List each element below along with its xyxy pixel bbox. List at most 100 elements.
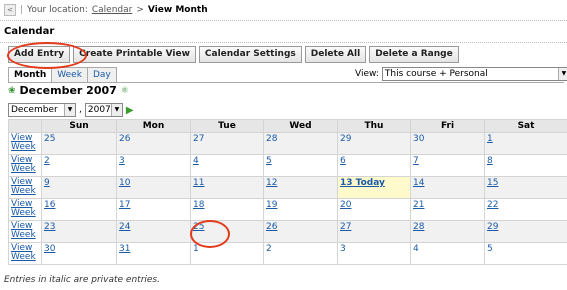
day-cell: 8	[484, 154, 567, 177]
day-link[interactable]: 26	[119, 134, 130, 144]
day-link[interactable]: 9	[44, 178, 50, 188]
day-link[interactable]: 15	[487, 178, 498, 188]
view-week-link[interactable]: View Week	[11, 244, 39, 262]
day-link[interactable]: 29	[487, 222, 498, 232]
go-arrow-icon[interactable]: ▶	[126, 105, 134, 116]
day-link[interactable]: 29	[340, 134, 351, 144]
day-cell: 27	[337, 220, 411, 243]
day-link[interactable]: 21	[413, 200, 424, 210]
view-week-link[interactable]: View Week	[11, 134, 39, 152]
day-link[interactable]: 27	[340, 222, 351, 232]
day-link[interactable]: 30	[413, 134, 424, 144]
day-cell: 7	[410, 154, 485, 177]
week-row: View Week 30 31 1 2 3 4 5	[8, 242, 567, 265]
day-link[interactable]: 1	[487, 134, 493, 144]
day-link[interactable]: 19	[266, 200, 277, 210]
calendar-grid: Sun Mon Tue Wed Thu Fri Sat View Week 25…	[8, 119, 567, 265]
tab-day[interactable]: Day	[86, 67, 117, 82]
month-title: December 2007	[19, 84, 117, 97]
day-link[interactable]: 5	[266, 156, 272, 166]
day-link[interactable]: 18	[193, 200, 204, 210]
month-year-selector: December ▼ , 2007 ▼ ▶	[8, 103, 134, 117]
day-link[interactable]: 22	[487, 200, 498, 210]
day-link[interactable]: 31	[119, 244, 130, 254]
day-link[interactable]: 4	[193, 156, 199, 166]
day-cell: 30	[41, 242, 117, 265]
today-link[interactable]: 13 Today	[340, 178, 385, 188]
day-link[interactable]: 16	[44, 200, 55, 210]
day-cell: 27	[190, 132, 264, 155]
delete-range-button[interactable]: Delete a Range	[369, 46, 459, 63]
day-cell: 29	[484, 220, 567, 243]
day-link[interactable]: 14	[413, 178, 424, 188]
view-week-link[interactable]: View Week	[11, 222, 39, 240]
day-link[interactable]: 2	[266, 244, 272, 254]
day-link[interactable]: 11	[193, 178, 204, 188]
view-label: View:	[355, 69, 379, 79]
day-link[interactable]: 1	[193, 244, 199, 254]
view-week-link[interactable]: View Week	[11, 178, 39, 196]
day-link[interactable]: 10	[119, 178, 130, 188]
month-select[interactable]: December ▼	[8, 103, 76, 117]
export-icon[interactable]: ⚛	[121, 86, 129, 96]
delete-all-button[interactable]: Delete All	[304, 46, 367, 63]
day-cell: 12	[263, 176, 338, 199]
day-link[interactable]: 27	[193, 134, 204, 144]
day-link[interactable]: 25	[44, 134, 55, 144]
breadcrumb-current: View Month	[147, 5, 208, 15]
tab-month[interactable]: Month	[8, 67, 53, 82]
day-link[interactable]: 12	[266, 178, 277, 188]
breadcrumb-calendar-link[interactable]: Calendar	[92, 5, 132, 15]
breadcrumb-location-label: Your location:	[27, 5, 88, 15]
day-cell: 28	[410, 220, 485, 243]
year-select[interactable]: 2007 ▼	[84, 103, 123, 117]
day-cell: 26	[116, 132, 191, 155]
tab-week[interactable]: Week	[51, 67, 88, 82]
chevron-down-icon: ▼	[557, 68, 567, 80]
day-link[interactable]: 8	[487, 156, 493, 166]
weekday-header: Mon	[116, 119, 191, 133]
day-cell: 31	[116, 242, 191, 265]
day-link[interactable]: 17	[119, 200, 130, 210]
day-link[interactable]: 4	[413, 244, 419, 254]
day-link[interactable]: 2	[44, 156, 50, 166]
weekday-header: Sat	[484, 119, 567, 133]
day-link[interactable]: 3	[119, 156, 125, 166]
day-link[interactable]: 20	[340, 200, 351, 210]
day-link[interactable]: 28	[413, 222, 424, 232]
day-link[interactable]: 6	[340, 156, 346, 166]
add-entry-button[interactable]: Add Entry	[8, 46, 71, 63]
calendar-settings-button[interactable]: Calendar Settings	[198, 46, 302, 63]
day-cell: 19	[263, 198, 338, 221]
day-cell: 20	[337, 198, 411, 221]
day-link[interactable]: 5	[487, 244, 493, 254]
breadcrumb-divider: |	[20, 5, 24, 15]
day-cell: 3	[337, 242, 411, 265]
day-link[interactable]: 7	[413, 156, 419, 166]
breadcrumb: < | Your location: Calendar > View Month	[4, 2, 208, 18]
view-week-link[interactable]: View Week	[11, 200, 39, 218]
back-arrow-icon[interactable]: <	[4, 4, 16, 16]
day-link[interactable]: 30	[44, 244, 55, 254]
view-selector: View: This course + Personal ▼ ▶	[355, 67, 567, 81]
day-link[interactable]: 23	[44, 222, 55, 232]
day-cell: 2	[263, 242, 338, 265]
day-link[interactable]: 3	[340, 244, 346, 254]
day-link[interactable]: 26	[266, 222, 277, 232]
weekday-header-row: Sun Mon Tue Wed Thu Fri Sat	[8, 119, 567, 133]
day-cell: 2	[41, 154, 117, 177]
view-week-link[interactable]: View Week	[11, 156, 39, 174]
day-link[interactable]: 28	[266, 134, 277, 144]
week-row: View Week 23 24 25 26 27 28 29	[8, 220, 567, 243]
year-select-value: 2007	[87, 105, 111, 115]
month-header: ❀ December 2007 ⚛	[8, 84, 129, 97]
week-row: View Week 2 3 4 5 6 7 8	[8, 154, 567, 177]
day-link[interactable]: 24	[119, 222, 130, 232]
day-link[interactable]: 25	[193, 222, 204, 232]
day-cell: 26	[263, 220, 338, 243]
view-week-cell: View Week	[8, 132, 42, 155]
view-select[interactable]: This course + Personal ▼	[381, 67, 567, 81]
week-row: View Week 25 26 27 28 29 30 1	[8, 132, 567, 155]
corner-cell	[8, 119, 42, 133]
printable-view-button[interactable]: Create Printable View	[73, 46, 196, 63]
